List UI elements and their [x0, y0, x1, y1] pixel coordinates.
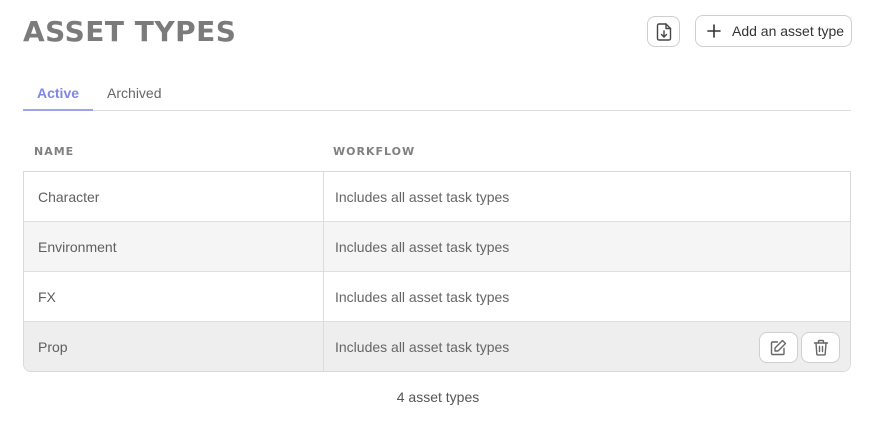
trash-icon [813, 339, 828, 356]
tab-archived[interactable]: Archived [93, 78, 175, 111]
add-asset-type-button[interactable]: Add an asset type [695, 15, 852, 47]
download-icon [656, 22, 671, 41]
download-button[interactable] [647, 16, 680, 47]
add-asset-type-label: Add an asset type [732, 23, 845, 39]
table-row[interactable]: Prop Includes all asset task types [24, 322, 850, 371]
tab-bar: Active Archived [23, 78, 851, 111]
asset-type-workflow: Includes all asset task types [335, 288, 510, 305]
edit-button[interactable] [759, 332, 798, 363]
asset-type-name: Character [24, 172, 324, 221]
delete-button[interactable] [801, 332, 840, 363]
asset-type-name: FX [24, 272, 324, 321]
row-actions [759, 332, 840, 363]
column-header-workflow[interactable]: WORKFLOW [333, 145, 415, 158]
edit-icon [770, 339, 787, 356]
column-header-name[interactable]: NAME [34, 145, 74, 158]
plus-icon [707, 24, 721, 38]
asset-type-workflow: Includes all asset task types [335, 238, 510, 255]
table-row[interactable]: Environment Includes all asset task type… [24, 222, 850, 272]
asset-types-table: Character Includes all asset task types … [23, 171, 851, 372]
asset-type-count: 4 asset types [396, 389, 480, 405]
page-title: ASSET TYPES [23, 15, 237, 48]
table-row[interactable]: Character Includes all asset task types [24, 172, 850, 222]
table-row[interactable]: FX Includes all asset task types [24, 272, 850, 322]
tab-active[interactable]: Active [23, 78, 94, 111]
asset-type-name: Environment [24, 222, 324, 271]
asset-type-workflow: Includes all asset task types [335, 188, 510, 205]
asset-type-name: Prop [24, 322, 324, 371]
